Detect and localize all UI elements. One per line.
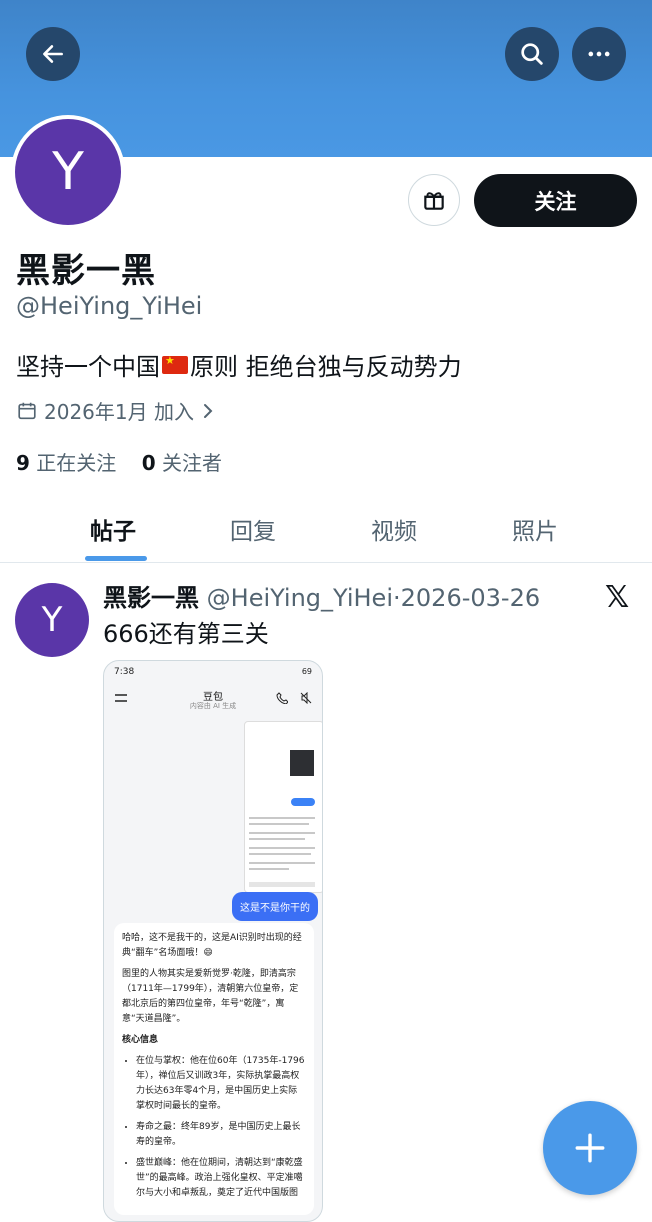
text-line <box>249 853 311 855</box>
bio-text-1: 坚持一个中国 <box>16 353 160 381</box>
reply-paragraph: 哈哈，这不是我干的，这是AI识别时出现的经典“翻车”名场面哦！😄 <box>122 933 302 958</box>
image-status-battery: 69 <box>301 667 312 676</box>
embedded-input <box>249 882 315 887</box>
followers-label: 关注者 <box>162 451 222 475</box>
following-link[interactable]: 9 正在关注 <box>16 451 116 475</box>
compose-button[interactable] <box>543 1101 637 1195</box>
tab-replies[interactable]: 回复 <box>230 512 276 546</box>
profile-bio: 坚持一个中国 原则 拒绝台独与反动势力 <box>16 347 462 382</box>
more-horizontal-icon <box>588 51 610 57</box>
chevron-right-icon <box>203 403 213 418</box>
post-separator: · <box>393 584 401 612</box>
post-avatar[interactable]: Y <box>15 583 89 657</box>
follow-button[interactable]: 关注 <box>474 174 637 227</box>
back-button[interactable] <box>26 27 80 81</box>
reply-list-item: 在位与掌权：他在位60年（1735年-1796年），禅位后又训政3年，实际执掌最… <box>136 1054 306 1114</box>
text-line <box>249 862 315 864</box>
more-button[interactable] <box>572 27 626 81</box>
post-handle: @HeiYing_YiHei <box>206 584 393 612</box>
gift-icon <box>424 192 444 210</box>
post-text: 666还有第三关 <box>103 620 269 648</box>
reply-paragraph: 图里的人物其实是爱新觉罗·乾隆，即清高宗（1711年—1799年），清朝第六位皇… <box>122 969 299 1024</box>
user-handle: @HeiYing_YiHei <box>16 292 203 320</box>
embedded-bubble <box>291 798 315 806</box>
followers-count: 0 <box>141 451 156 475</box>
text-line <box>249 817 315 819</box>
following-label: 正在关注 <box>36 451 117 475</box>
plus-icon <box>575 1133 605 1163</box>
following-count: 9 <box>16 451 30 475</box>
phone-icon <box>276 692 288 704</box>
embedded-screenshot <box>244 721 322 893</box>
user-message-bubble: 这是不是你干的 <box>232 892 318 921</box>
embedded-photo <box>290 750 314 776</box>
join-date[interactable]: 2026年1月 加入 <box>16 396 216 425</box>
text-line <box>249 847 315 849</box>
reply-list: 在位与掌权：他在位60年（1735年-1796年），禅位后又训政3年，实际执掌最… <box>122 1054 306 1201</box>
text-line <box>249 832 315 834</box>
active-tab-indicator <box>85 556 147 561</box>
post-date[interactable]: 2026-03-26 <box>401 584 540 612</box>
tab-posts[interactable]: 帖子 <box>90 512 136 546</box>
text-line <box>249 868 289 870</box>
search-button[interactable] <box>505 27 559 81</box>
china-flag-icon <box>162 354 188 374</box>
image-app-subtitle: 内容由 AI 生成 <box>189 702 237 710</box>
tab-videos[interactable]: 视频 <box>371 512 417 546</box>
join-date-text: 2026年1月 加入 <box>44 400 194 424</box>
calendar-icon <box>18 402 36 419</box>
post-image[interactable]: 7:38 69 豆包 内容由 AI 生成 这是不是你干的 哈哈，这不是我干的，这… <box>103 660 323 1222</box>
post-author[interactable]: 黑影一黑 <box>103 584 199 612</box>
x-logo-icon: 𝕏 <box>605 580 630 615</box>
text-line <box>249 823 309 825</box>
profile-avatar[interactable]: Y <box>11 115 125 229</box>
avatar-letter: Y <box>15 119 121 225</box>
mute-icon <box>300 692 312 704</box>
bio-text-2: 原则 拒绝台独与反动势力 <box>190 353 462 381</box>
display-name: 黑影一黑 <box>16 251 156 291</box>
reply-heading: 核心信息 <box>122 1035 159 1045</box>
search-icon <box>521 43 543 65</box>
image-status-time: 7:38 <box>114 667 135 677</box>
tab-photos[interactable]: 照片 <box>512 512 558 546</box>
follow-stats: 9 正在关注 0 关注者 <box>16 447 222 476</box>
profile-tabs: 帖子 回复 视频 照片 <box>0 500 652 563</box>
text-line <box>249 838 305 840</box>
post-header: 黑影一黑 @HeiYing_YiHei·2026-03-26 <box>103 578 540 613</box>
reply-list-item: 盛世巅峰：他在位期间，清朝达到“康乾盛世”的最高峰。政治上强化皇权、平定准噶尔与… <box>136 1156 306 1201</box>
gift-button[interactable] <box>408 174 460 226</box>
ai-reply: 哈哈，这不是我干的，这是AI识别时出现的经典“翻车”名场面哦！😄 图里的人物其实… <box>114 923 314 1215</box>
reply-list-item: 寿命之最：终年89岁，是中国历史上最长寿的皇帝。 <box>136 1120 306 1150</box>
arrow-left-icon <box>43 45 63 63</box>
followers-link[interactable]: 0 关注者 <box>142 451 222 475</box>
